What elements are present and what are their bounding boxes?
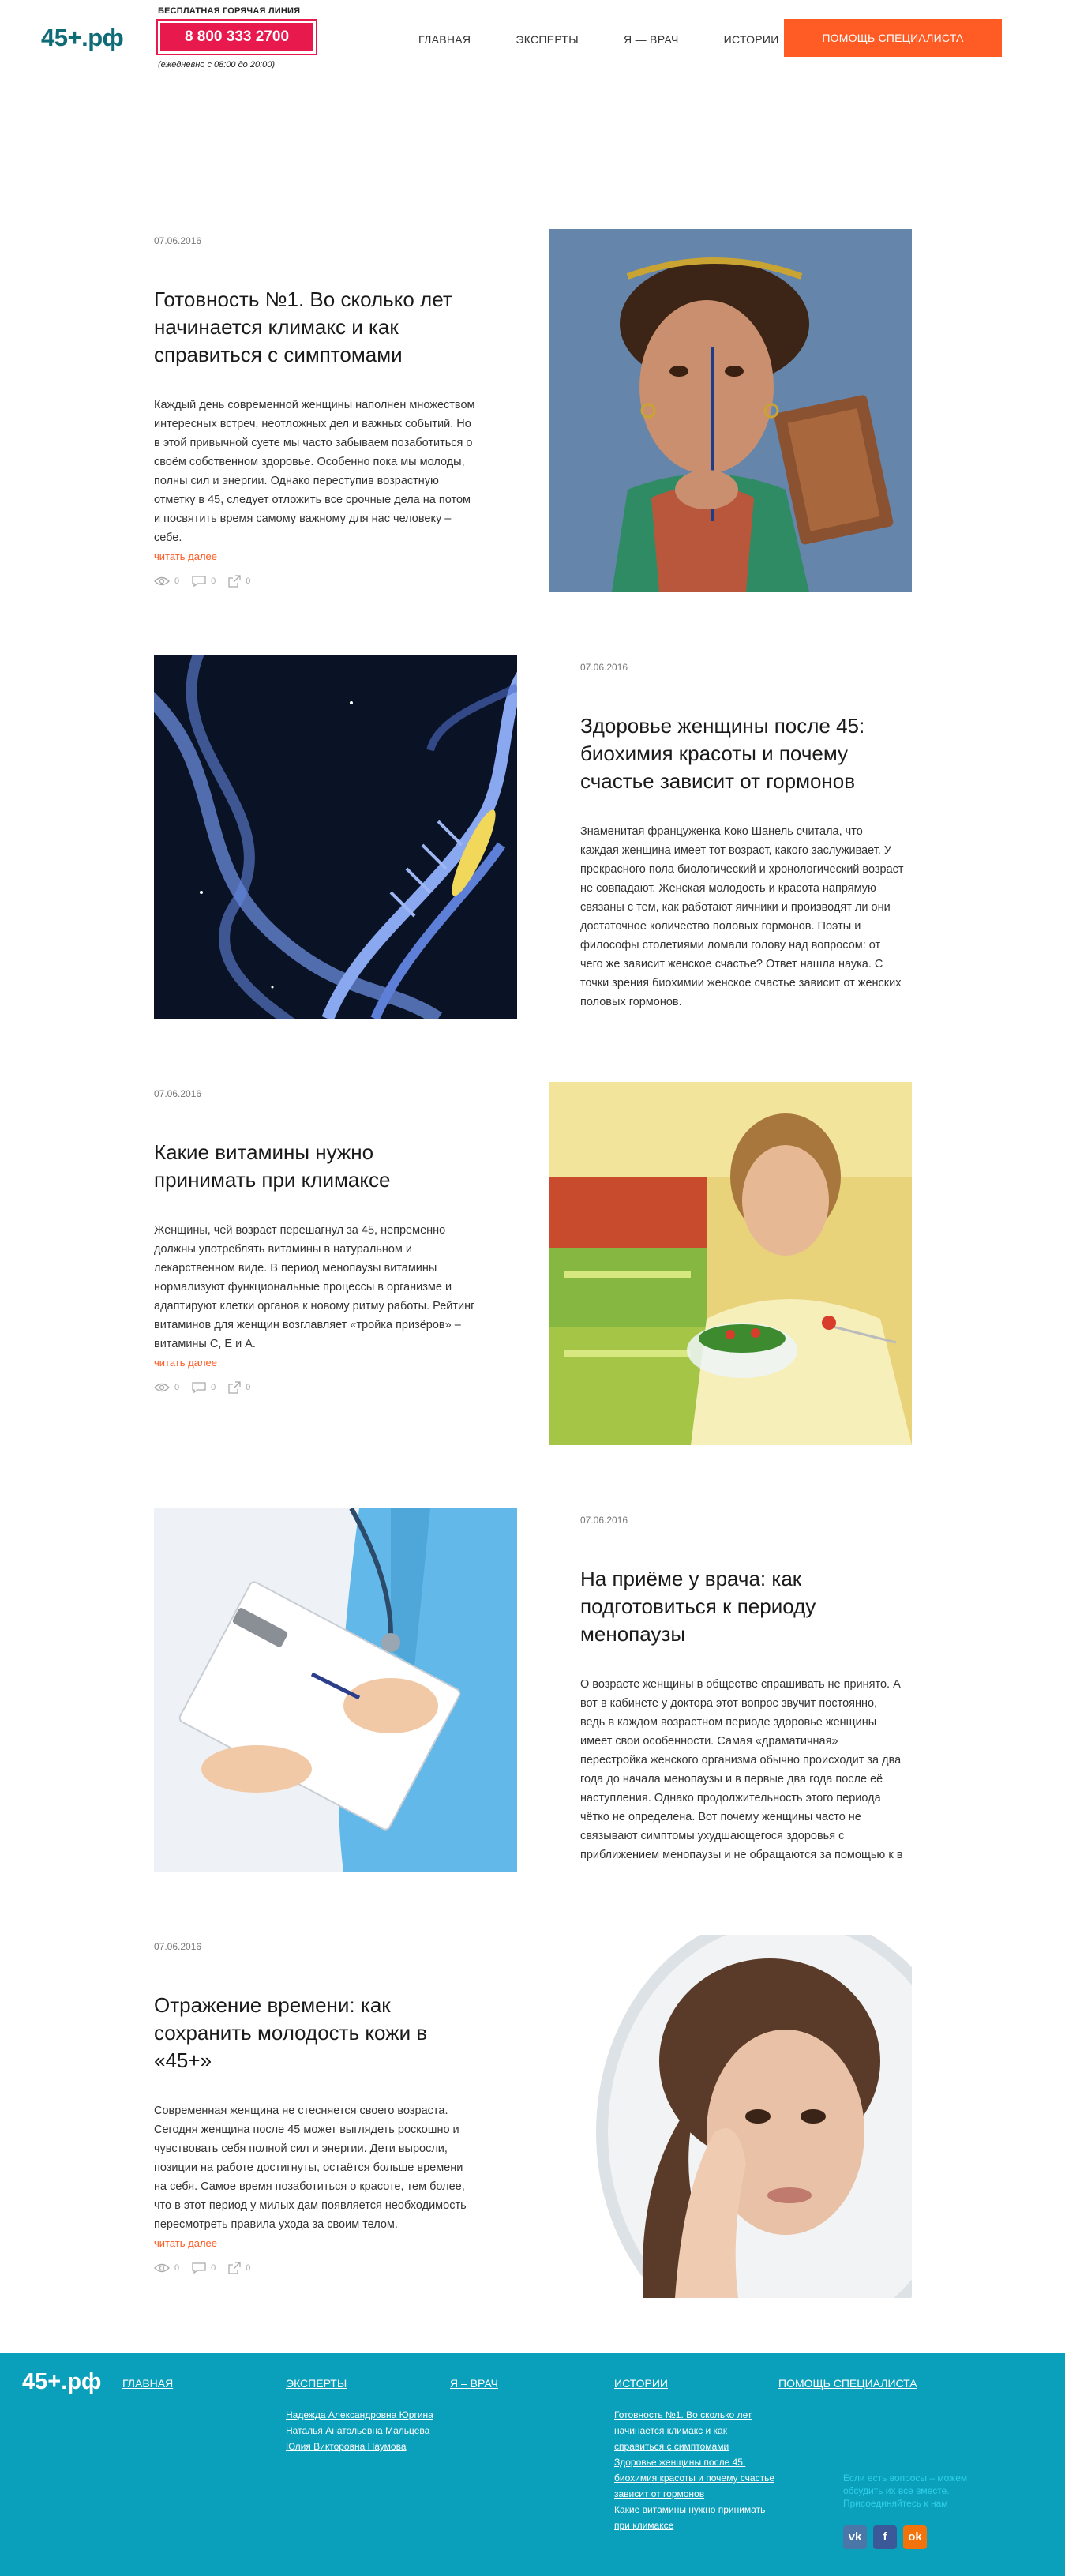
hotline: БЕСПЛАТНАЯ ГОРЯЧАЯ ЛИНИЯ 8 800 333 2700 …: [156, 6, 317, 69]
footer-story-link[interactable]: биохимия красоты и почему счастье: [614, 2470, 774, 2486]
footer-story-link[interactable]: справиться с симптомами: [614, 2439, 774, 2454]
footer-expert-link[interactable]: Юлия Викторовна Наумова: [286, 2439, 433, 2454]
site-logo[interactable]: 45+.рф: [41, 24, 124, 52]
article-meta: 0 0 0: [154, 1381, 478, 1394]
share-icon: [228, 575, 241, 588]
hotline-hours: (ежедневно с 08:00 до 20:00): [158, 60, 276, 69]
article-excerpt: Современная женщина не стесняется своего…: [154, 2105, 467, 2231]
share-counter[interactable]: 0: [228, 575, 250, 588]
article-meta: 0 0 0: [154, 575, 478, 588]
hotline-label: БЕСПЛАТНАЯ ГОРЯЧАЯ ЛИНИЯ: [158, 6, 301, 16]
article-card: 07.06.2016 Отражение времени: как сохран…: [154, 1935, 912, 2298]
read-more-link[interactable]: читать далее: [154, 550, 217, 562]
article-date: 07.06.2016: [580, 662, 628, 673]
article-card: 07.06.2016 Здоровье женщины после 45: би…: [154, 655, 912, 1019]
footer-story-link[interactable]: Какие витамины нужно принимать: [614, 2502, 774, 2518]
read-more-link[interactable]: читать далее: [154, 1357, 217, 1369]
article-title[interactable]: Какие витамины нужно принимать при клима…: [154, 1139, 478, 1194]
article-image-doctor[interactable]: [154, 1508, 517, 1872]
comments-counter[interactable]: 0: [192, 1382, 216, 1393]
article-meta: 0 0 0: [154, 2262, 478, 2274]
footer-col-help: ПОМОЩЬ СПЕЦИАЛИСТА: [778, 2377, 917, 2407]
comment-icon: [192, 1382, 206, 1393]
article-card: 07.06.2016 На приёме у врача: как подгот…: [154, 1508, 912, 1872]
eye-icon: [154, 1383, 170, 1392]
comments-counter[interactable]: 0: [192, 2262, 216, 2274]
footer-logo[interactable]: 45+.рф: [22, 2369, 101, 2395]
article-excerpt: О возрасте женщины в обществе спрашивать…: [580, 1678, 903, 1861]
footer-story-link[interactable]: Здоровье женщины после 45:: [614, 2454, 774, 2470]
views-counter: 0: [154, 1383, 179, 1392]
article-date: 07.06.2016: [154, 235, 202, 246]
footer-col-home: ГЛАВНАЯ: [122, 2377, 173, 2407]
eye-icon: [154, 576, 170, 586]
read-more-link[interactable]: читать далее: [154, 2237, 217, 2249]
footer-col-stories: ИСТОРИИ Готовность №1. Во сколько лет на…: [614, 2377, 774, 2533]
odnoklassniki-icon[interactable]: ok: [903, 2525, 927, 2549]
article-date: 07.06.2016: [154, 1088, 202, 1099]
nav-doctor[interactable]: Я — ВРАЧ: [624, 33, 679, 46]
share-counter[interactable]: 0: [228, 1381, 250, 1394]
article-image-salad-woman[interactable]: [549, 1082, 912, 1445]
article-title[interactable]: Отражение времени: как сохранить молодос…: [154, 1992, 478, 2075]
views-counter: 0: [154, 2263, 179, 2273]
articles-list: 07.06.2016 Готовность №1. Во сколько лет…: [0, 79, 1065, 2353]
footer-story-link[interactable]: зависит от гормонов: [614, 2486, 774, 2502]
facebook-icon[interactable]: f: [873, 2525, 897, 2549]
social-links: vk f ok: [843, 2525, 933, 2549]
share-icon: [228, 2262, 241, 2274]
article-title[interactable]: Готовность №1. Во сколько лет начинается…: [154, 286, 478, 369]
article-title[interactable]: На приёме у врача: как подготовиться к п…: [580, 1565, 904, 1648]
footer-doctor-link[interactable]: Я – ВРАЧ: [450, 2377, 498, 2390]
footer-stories-link[interactable]: ИСТОРИИ: [614, 2377, 774, 2390]
eye-icon: [154, 2263, 170, 2273]
article-image-mirror-woman[interactable]: [549, 1935, 912, 2298]
views-counter: 0: [154, 576, 179, 586]
article-image-dna[interactable]: [154, 655, 517, 1019]
share-icon: [228, 1381, 241, 1394]
footer-home-link[interactable]: ГЛАВНАЯ: [122, 2377, 173, 2390]
footer-expert-link[interactable]: Наталья Анатольевна Мальцева: [286, 2423, 433, 2439]
article-excerpt: Каждый день современной женщины наполнен…: [154, 399, 475, 544]
vk-icon[interactable]: vk: [843, 2525, 867, 2549]
article-title[interactable]: Здоровье женщины после 45: биохимия крас…: [580, 712, 904, 795]
article-date: 07.06.2016: [154, 1941, 202, 1952]
hotline-phone-link[interactable]: 8 800 333 2700: [156, 19, 317, 55]
footer-col-doctor: Я – ВРАЧ: [450, 2377, 498, 2407]
comments-counter[interactable]: 0: [192, 576, 216, 587]
article-card: 07.06.2016 Готовность №1. Во сколько лет…: [154, 229, 912, 592]
site-footer: 45+.рф ГЛАВНАЯ ЭКСПЕРТЫ Надежда Александ…: [0, 2353, 1065, 2576]
share-counter[interactable]: 0: [228, 2262, 250, 2274]
footer-expert-link[interactable]: Надежда Александровна Юргина: [286, 2407, 433, 2423]
article-date: 07.06.2016: [580, 1515, 628, 1526]
footer-experts-link[interactable]: ЭКСПЕРТЫ: [286, 2377, 433, 2390]
footer-story-link[interactable]: Готовность №1. Во сколько лет: [614, 2407, 774, 2423]
help-specialist-button[interactable]: ПОМОЩЬ СПЕЦИАЛИСТА: [784, 19, 1002, 57]
footer-story-link[interactable]: начинается климакс и как: [614, 2423, 774, 2439]
footer-col-experts: ЭКСПЕРТЫ Надежда Александровна Юргина На…: [286, 2377, 433, 2454]
nav-home[interactable]: ГЛАВНАЯ: [418, 33, 471, 46]
footer-social-note: Если есть вопросы – можем обсудить их вс…: [843, 2473, 968, 2509]
footer-story-link[interactable]: при климаксе: [614, 2518, 774, 2533]
article-image-fresco[interactable]: [549, 229, 912, 592]
article-excerpt: Знаменитая француженка Коко Шанель счита…: [580, 825, 904, 1008]
article-excerpt: Женщины, чей возраст перешагнул за 45, н…: [154, 1224, 475, 1350]
nav-experts[interactable]: ЭКСПЕРТЫ: [516, 33, 579, 46]
comment-icon: [192, 576, 206, 587]
site-header: 45+.рф БЕСПЛАТНАЯ ГОРЯЧАЯ ЛИНИЯ 8 800 33…: [0, 0, 1065, 79]
main-nav: ГЛАВНАЯ ЭКСПЕРТЫ Я — ВРАЧ ИСТОРИИ: [418, 33, 824, 46]
nav-stories[interactable]: ИСТОРИИ: [724, 33, 779, 46]
footer-help-link[interactable]: ПОМОЩЬ СПЕЦИАЛИСТА: [778, 2377, 917, 2390]
comment-icon: [192, 2262, 206, 2274]
article-card: 07.06.2016 Какие витамины нужно принимат…: [154, 1082, 912, 1445]
